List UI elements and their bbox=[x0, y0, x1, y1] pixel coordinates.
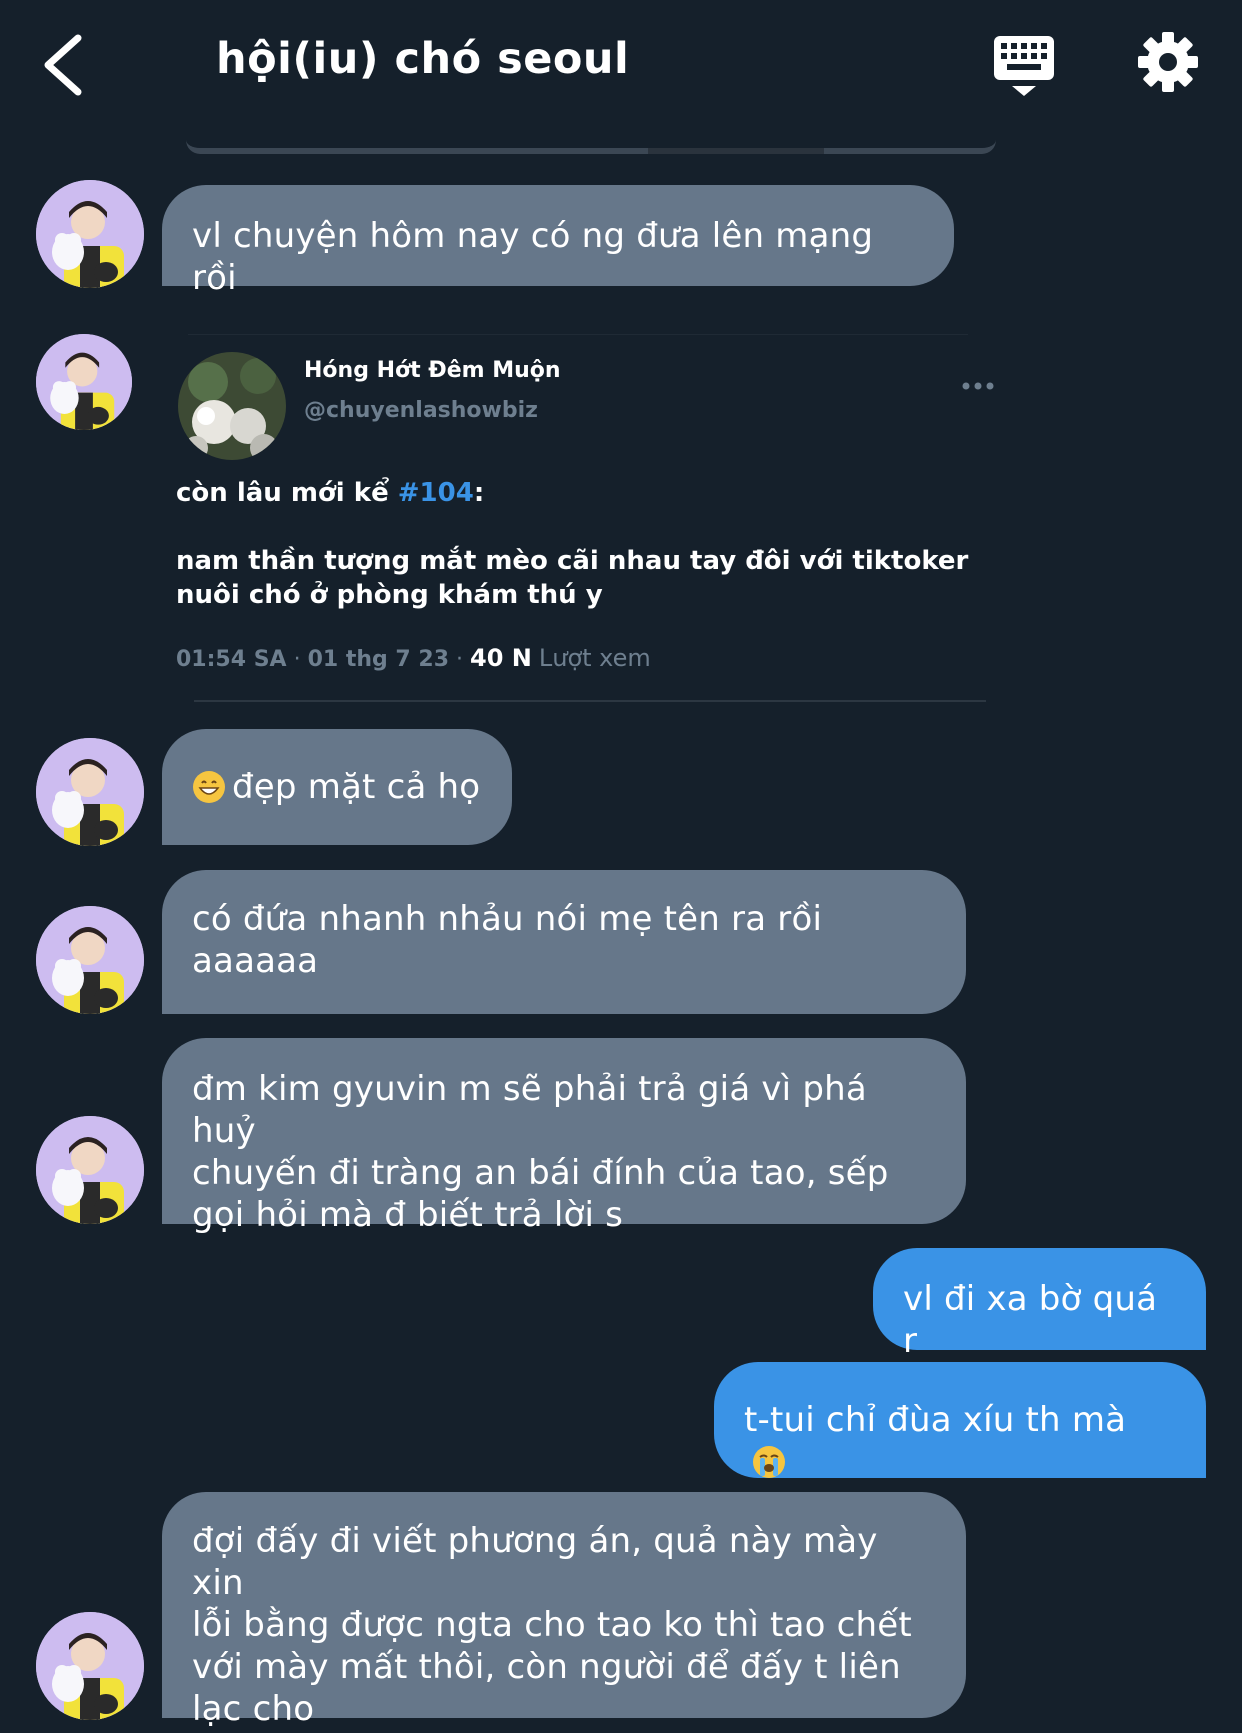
chevron-left-icon bbox=[44, 34, 82, 96]
message-line: gọi hỏi mà đ biết trả lời s bbox=[192, 1195, 624, 1235]
message-line: đợi đấy đi viết phương án, quả này mày x… bbox=[192, 1521, 878, 1603]
flowers-photo bbox=[178, 352, 286, 460]
avatar[interactable] bbox=[36, 738, 144, 846]
shared-tweet-card[interactable]: Hóng Hớt Đêm Muộn @chuyenlashowbiz còn l… bbox=[168, 334, 998, 702]
chat-header: hội(iu) chó seoul bbox=[0, 0, 1242, 130]
user-photo bbox=[36, 180, 144, 288]
sent-message-bubble[interactable]: vl đi xa bờ quá r bbox=[873, 1248, 1206, 1361]
more-dots-icon bbox=[962, 382, 994, 390]
message-line: lỗi bằng được ngta cho tao ko thì tao ch… bbox=[192, 1605, 912, 1645]
tweet-author-handle[interactable]: @chuyenlashowbiz bbox=[304, 398, 538, 423]
tweet-time: 01:54 SA bbox=[176, 647, 287, 672]
previous-media-edge bbox=[186, 140, 996, 154]
tweet-date: 01 thg 7 23 bbox=[307, 647, 450, 672]
tweet-body-line: nuôi chó ở phòng khám thú y bbox=[176, 580, 603, 610]
message-line: đm kim gyuvin m sẽ phải trả giá vì phá h… bbox=[192, 1069, 867, 1151]
avatar[interactable] bbox=[36, 180, 144, 288]
separator-dot: · bbox=[456, 647, 471, 672]
user-photo bbox=[36, 1612, 144, 1720]
view-count: 40 N bbox=[470, 644, 532, 672]
message-line: lạc cho bbox=[192, 1689, 315, 1729]
back-button[interactable] bbox=[38, 28, 98, 102]
divider bbox=[194, 700, 986, 702]
avatar[interactable] bbox=[36, 1612, 144, 1720]
avatar[interactable] bbox=[36, 334, 132, 430]
message-bubble[interactable]: đẹp mặt cả họ bbox=[162, 729, 512, 845]
message-line: aaaaaa bbox=[192, 941, 319, 981]
keyboard-button[interactable] bbox=[990, 32, 1060, 100]
sent-message-bubble[interactable]: t-tui chỉ đùa xíu th mà bbox=[714, 1362, 1206, 1478]
tweet-author-avatar[interactable] bbox=[178, 352, 286, 460]
tweet-meta: 01:54 SA · 01 thg 7 23 · 40 N Lượt xem bbox=[176, 644, 651, 672]
hashtag-link[interactable]: #104 bbox=[398, 478, 474, 508]
tweet-body-line: nam thần tượng mắt mèo cãi nhau tay đôi … bbox=[176, 546, 969, 576]
keyboard-icon bbox=[994, 36, 1054, 96]
message-line: với mày mất thôi, còn người để đấy t liê… bbox=[192, 1647, 901, 1687]
avatar[interactable] bbox=[36, 906, 144, 1014]
tweet-body: nam thần tượng mắt mèo cãi nhau tay đôi … bbox=[176, 544, 996, 612]
message-bubble[interactable]: có đứa nhanh nhảu nói mẹ tên ra rồi aaaa… bbox=[162, 870, 966, 1014]
user-photo bbox=[36, 906, 144, 1014]
message-text: vl chuyện hôm nay có ng đưa lên mạng rồi bbox=[192, 216, 874, 298]
gear-icon bbox=[1138, 32, 1198, 92]
message-text: t-tui chỉ đùa xíu th mà bbox=[744, 1400, 1127, 1440]
view-label: Lượt xem bbox=[538, 644, 651, 672]
more-options-button[interactable] bbox=[958, 378, 998, 394]
tweet-text-prefix: còn lâu mới kể bbox=[176, 478, 398, 508]
conversation-title[interactable]: hội(iu) chó seoul bbox=[216, 34, 629, 84]
grinning-face-emoji bbox=[193, 771, 225, 803]
loudly-crying-face-emoji bbox=[753, 1446, 785, 1478]
tweet-author-name[interactable]: Hóng Hớt Đêm Muộn bbox=[304, 358, 561, 383]
message-text: đẹp mặt cả họ bbox=[232, 767, 481, 807]
message-line: chuyến đi tràng an bái đính của tao, sếp bbox=[192, 1153, 889, 1193]
tweet-text-suffix: : bbox=[473, 478, 485, 508]
separator-dot: · bbox=[293, 647, 308, 672]
message-line: có đứa nhanh nhảu nói mẹ tên ra rồi bbox=[192, 899, 823, 939]
message-text: vl đi xa bờ quá r bbox=[903, 1279, 1158, 1361]
message-bubble[interactable]: đm kim gyuvin m sẽ phải trả giá vì phá h… bbox=[162, 1038, 966, 1235]
tweet-text-line: còn lâu mới kể #104: bbox=[176, 478, 484, 508]
user-photo bbox=[36, 738, 144, 846]
user-photo bbox=[36, 1116, 144, 1224]
divider bbox=[188, 334, 968, 335]
settings-button[interactable] bbox=[1136, 30, 1200, 94]
message-bubble[interactable]: đợi đấy đi viết phương án, quả này mày x… bbox=[162, 1492, 966, 1729]
user-photo bbox=[36, 334, 132, 430]
message-bubble[interactable]: vl chuyện hôm nay có ng đưa lên mạng rồi bbox=[162, 185, 954, 298]
avatar[interactable] bbox=[36, 1116, 144, 1224]
